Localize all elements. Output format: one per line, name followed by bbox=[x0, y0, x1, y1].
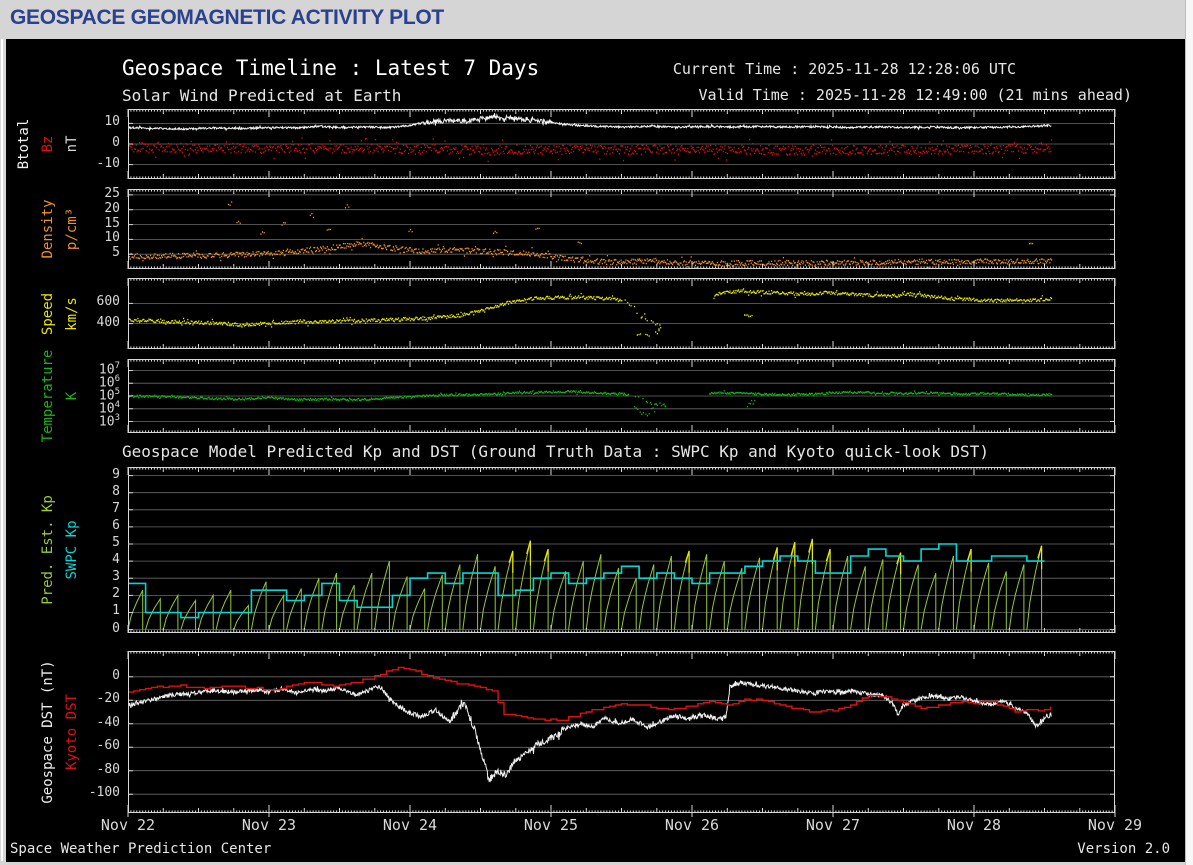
x-tick-label: Nov 22 bbox=[93, 816, 163, 834]
y-tick-label: 8 bbox=[64, 484, 120, 499]
y-tick-label: 103 bbox=[64, 413, 120, 429]
footer-version-label: Version 2.0 bbox=[1077, 841, 1170, 857]
y-tick-label: -100 bbox=[64, 785, 120, 800]
page-left-edge bbox=[1, 39, 3, 861]
axis-label-dst-0: Geospace DST (nT) bbox=[40, 660, 56, 803]
plot-title: Geospace Timeline : Latest 7 Days bbox=[122, 56, 539, 80]
kp-dst-section-title: Geospace Model Predicted Kp and DST (Gro… bbox=[122, 442, 989, 461]
axis-label-temperature-0: Temperature bbox=[40, 350, 56, 443]
y-tick-label: 0 bbox=[64, 668, 120, 683]
footer-source-label: Space Weather Prediction Center bbox=[10, 841, 271, 857]
axis-label-density-0: Density bbox=[40, 199, 56, 258]
axis-label-temperature-1: K bbox=[64, 392, 80, 400]
axis-label-kp-1: SWPC Kp bbox=[64, 520, 80, 579]
x-tick-label: Nov 26 bbox=[657, 816, 727, 834]
y-tick-label: -10 bbox=[64, 156, 120, 171]
y-tick-label: 0 bbox=[64, 621, 120, 636]
x-tick-label: Nov 23 bbox=[234, 816, 304, 834]
axis-label-imf-2: nT bbox=[64, 136, 80, 153]
y-tick-label: 2 bbox=[64, 586, 120, 601]
axis-label-density-1: p/cm³ bbox=[64, 208, 80, 250]
scrollbar-track[interactable] bbox=[1185, 0, 1193, 865]
axis-label-imf-1: Bz bbox=[40, 136, 56, 153]
y-tick-label: 7 bbox=[64, 501, 120, 516]
valid-time-label: Valid Time : 2025-11-28 12:49:00 (21 min… bbox=[699, 86, 1132, 104]
y-tick-label: 10 bbox=[64, 114, 120, 129]
page: { "header": { "title": "GEOSPACE GEOMAGN… bbox=[0, 0, 1193, 865]
plot-subtitle: Solar Wind Predicted at Earth bbox=[122, 86, 401, 105]
x-tick-label: Nov 25 bbox=[516, 816, 586, 834]
y-tick-label: 25 bbox=[64, 186, 120, 201]
x-tick-label: Nov 28 bbox=[939, 816, 1009, 834]
axis-label-imf-0: Btotal bbox=[16, 119, 32, 170]
page-title: GEOSPACE GEOMAGNETIC ACTIVITY PLOT bbox=[10, 6, 444, 30]
geospace-plot-canvas: Geospace Timeline : Latest 7 Days Solar … bbox=[6, 39, 1186, 862]
current-time-label: Current Time : 2025-11-28 12:28:06 UTC bbox=[673, 60, 1016, 78]
axis-label-dst-1: Kyoto DST bbox=[64, 694, 80, 770]
axis-label-speed-1: km/s bbox=[64, 297, 80, 331]
y-tick-label: 9 bbox=[64, 467, 120, 482]
x-tick-label: Nov 24 bbox=[375, 816, 445, 834]
x-tick-label: Nov 29 bbox=[1080, 816, 1150, 834]
y-tick-label: 1 bbox=[64, 603, 120, 618]
axis-label-kp-0: Pred. Est. Kp bbox=[40, 495, 56, 605]
x-tick-label: Nov 27 bbox=[798, 816, 868, 834]
axis-label-speed-0: Speed bbox=[40, 292, 56, 334]
